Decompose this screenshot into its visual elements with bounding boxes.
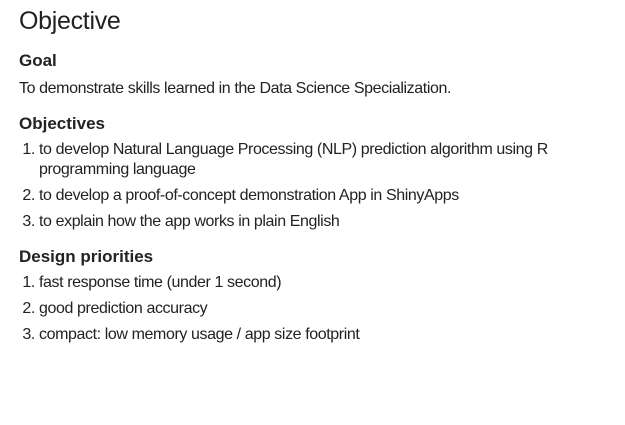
objective-item-1: to develop Natural Language Processing (… — [39, 140, 609, 180]
objectives-heading: Objectives — [19, 114, 105, 133]
objective-item-3: to explain how the app works in plain En… — [39, 212, 609, 232]
goal-heading: Goal — [19, 51, 57, 70]
design-priority-item-3: compact: low memory usage / app size foo… — [39, 325, 609, 345]
design-priorities-heading: Design priorities — [19, 247, 154, 266]
slide: Objective Goal To demonstrate skills lea… — [19, 0, 609, 345]
objectives-list: to develop Natural Language Processing (… — [19, 140, 609, 232]
goal-text: To demonstrate skills learned in the Dat… — [19, 80, 452, 97]
slide-title: Objective — [19, 7, 121, 35]
design-priority-item-1: fast response time (under 1 second) — [39, 273, 609, 293]
design-priorities-list: fast response time (under 1 second) good… — [19, 273, 609, 345]
design-priority-item-2: good prediction accuracy — [39, 299, 609, 319]
objective-item-2: to develop a proof-of-concept demonstrat… — [39, 186, 609, 206]
